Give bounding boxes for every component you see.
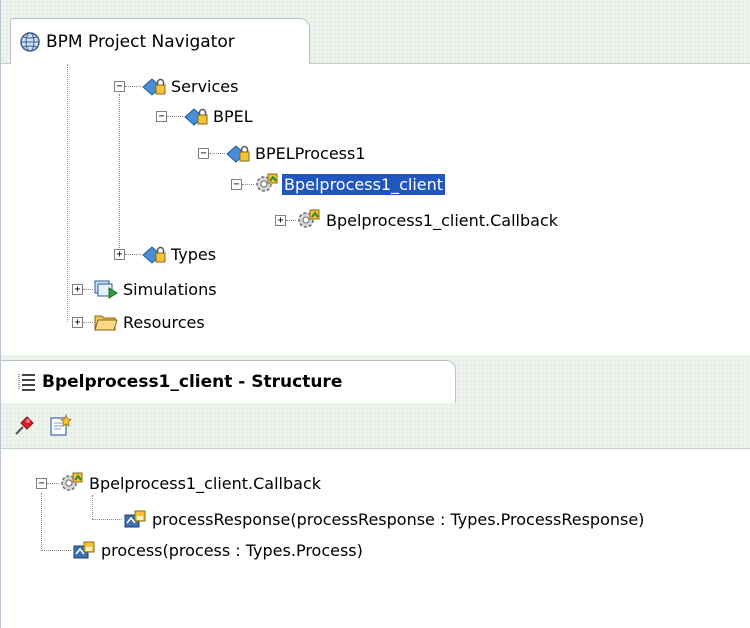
tree-connector <box>125 85 141 87</box>
structure-item-process[interactable]: process(process : Types.Process) <box>41 535 365 565</box>
expand-toggle[interactable]: + <box>72 316 83 328</box>
tree-connector <box>47 482 59 484</box>
tree-item-label: Resources <box>123 312 205 332</box>
tree-connector <box>92 518 122 520</box>
structure-item-callback[interactable]: − Bpelprocess1_client.Callback <box>36 468 323 498</box>
tree-item-label: Bpelprocess1_client.Callback <box>326 210 559 230</box>
tree-connector <box>83 321 93 323</box>
tree-item-label: Simulations <box>123 279 217 299</box>
tree-item-label: BPEL <box>213 106 253 126</box>
structure-toolbar <box>1 403 750 449</box>
collapse-toggle[interactable]: − <box>36 477 47 489</box>
navigator-tab-strip: BPM Project Navigator <box>1 0 750 64</box>
tree-item-bpelprocess1[interactable]: − BPELProcess1 <box>198 138 368 168</box>
new-item-icon[interactable] <box>47 413 73 439</box>
locked-operation-icon <box>122 506 148 532</box>
collapse-toggle[interactable]: − <box>114 80 125 92</box>
expand-toggle[interactable]: + <box>72 283 83 295</box>
tree-item-bpel[interactable]: − BPEL <box>156 101 255 131</box>
tree-item-resources[interactable]: + Resources <box>72 307 207 337</box>
tree-guide-line <box>119 94 120 254</box>
collapse-toggle[interactable]: − <box>198 147 209 159</box>
collapse-toggle[interactable]: − <box>231 178 242 190</box>
tree-item-label: Bpelprocess1_client <box>282 173 446 195</box>
tree-item-types[interactable]: + Types <box>114 239 218 269</box>
locked-operation-icon <box>71 537 97 563</box>
structure-tab-label: Bpelprocess1_client - Structure <box>42 372 343 392</box>
expand-toggle[interactable]: + <box>114 248 125 260</box>
tree-connector <box>83 288 93 290</box>
tree-guide-line <box>67 64 68 322</box>
expand-toggle[interactable]: + <box>275 214 286 226</box>
tree-item-label: Types <box>171 244 217 264</box>
locked-service-diamond-icon <box>141 241 167 267</box>
tree-connector <box>242 183 254 185</box>
tree-item-services[interactable]: − Services <box>114 71 240 101</box>
structure-item-label: processResponse(processResponse : Types.… <box>152 509 645 529</box>
simulation-icon <box>93 276 119 302</box>
locked-gear-partner-link-icon <box>254 171 280 197</box>
tree-item-simulations[interactable]: + Simulations <box>72 274 219 304</box>
tree-item-label: Services <box>171 76 239 96</box>
structure-list-icon <box>13 369 39 395</box>
collapse-toggle[interactable]: − <box>156 110 167 122</box>
tree-connector <box>41 549 71 551</box>
locked-service-diamond-icon <box>141 73 167 99</box>
navigator-tab-label: BPM Project Navigator <box>46 31 235 52</box>
tab-structure[interactable]: Bpelprocess1_client - Structure <box>1 360 456 403</box>
locked-gear-partner-link-icon <box>59 470 85 496</box>
pin-icon[interactable] <box>11 413 37 439</box>
locked-service-diamond-icon <box>225 140 251 166</box>
folder-icon <box>93 309 119 335</box>
project-navigator-pane: BPM Project Navigator − Services − BPEL … <box>0 0 750 355</box>
tree-item-label: BPELProcess1 <box>255 143 366 163</box>
locked-gear-partner-link-icon <box>296 207 322 233</box>
tree-item-bpelprocess1-client[interactable]: − Bpelprocess1_client <box>231 169 446 199</box>
tree-connector <box>125 253 141 255</box>
locked-service-diamond-icon <box>183 103 209 129</box>
tree-item-client-callback[interactable]: + Bpelprocess1_client.Callback <box>275 205 560 235</box>
tree-connector <box>209 152 225 154</box>
tab-bpm-project-navigator[interactable]: BPM Project Navigator <box>10 18 310 64</box>
structure-tab-strip: Bpelprocess1_client - Structure <box>1 355 750 403</box>
structure-item-label: Bpelprocess1_client.Callback <box>89 473 322 493</box>
globe-icon <box>17 29 43 55</box>
tree-connector <box>167 115 183 117</box>
tree-connector <box>286 219 296 221</box>
structure-item-label: process(process : Types.Process) <box>101 540 363 560</box>
structure-pane: Bpelprocess1_client - Structure − Bpelpr… <box>0 355 750 628</box>
structure-item-process-response[interactable]: processResponse(processResponse : Types.… <box>92 504 646 534</box>
